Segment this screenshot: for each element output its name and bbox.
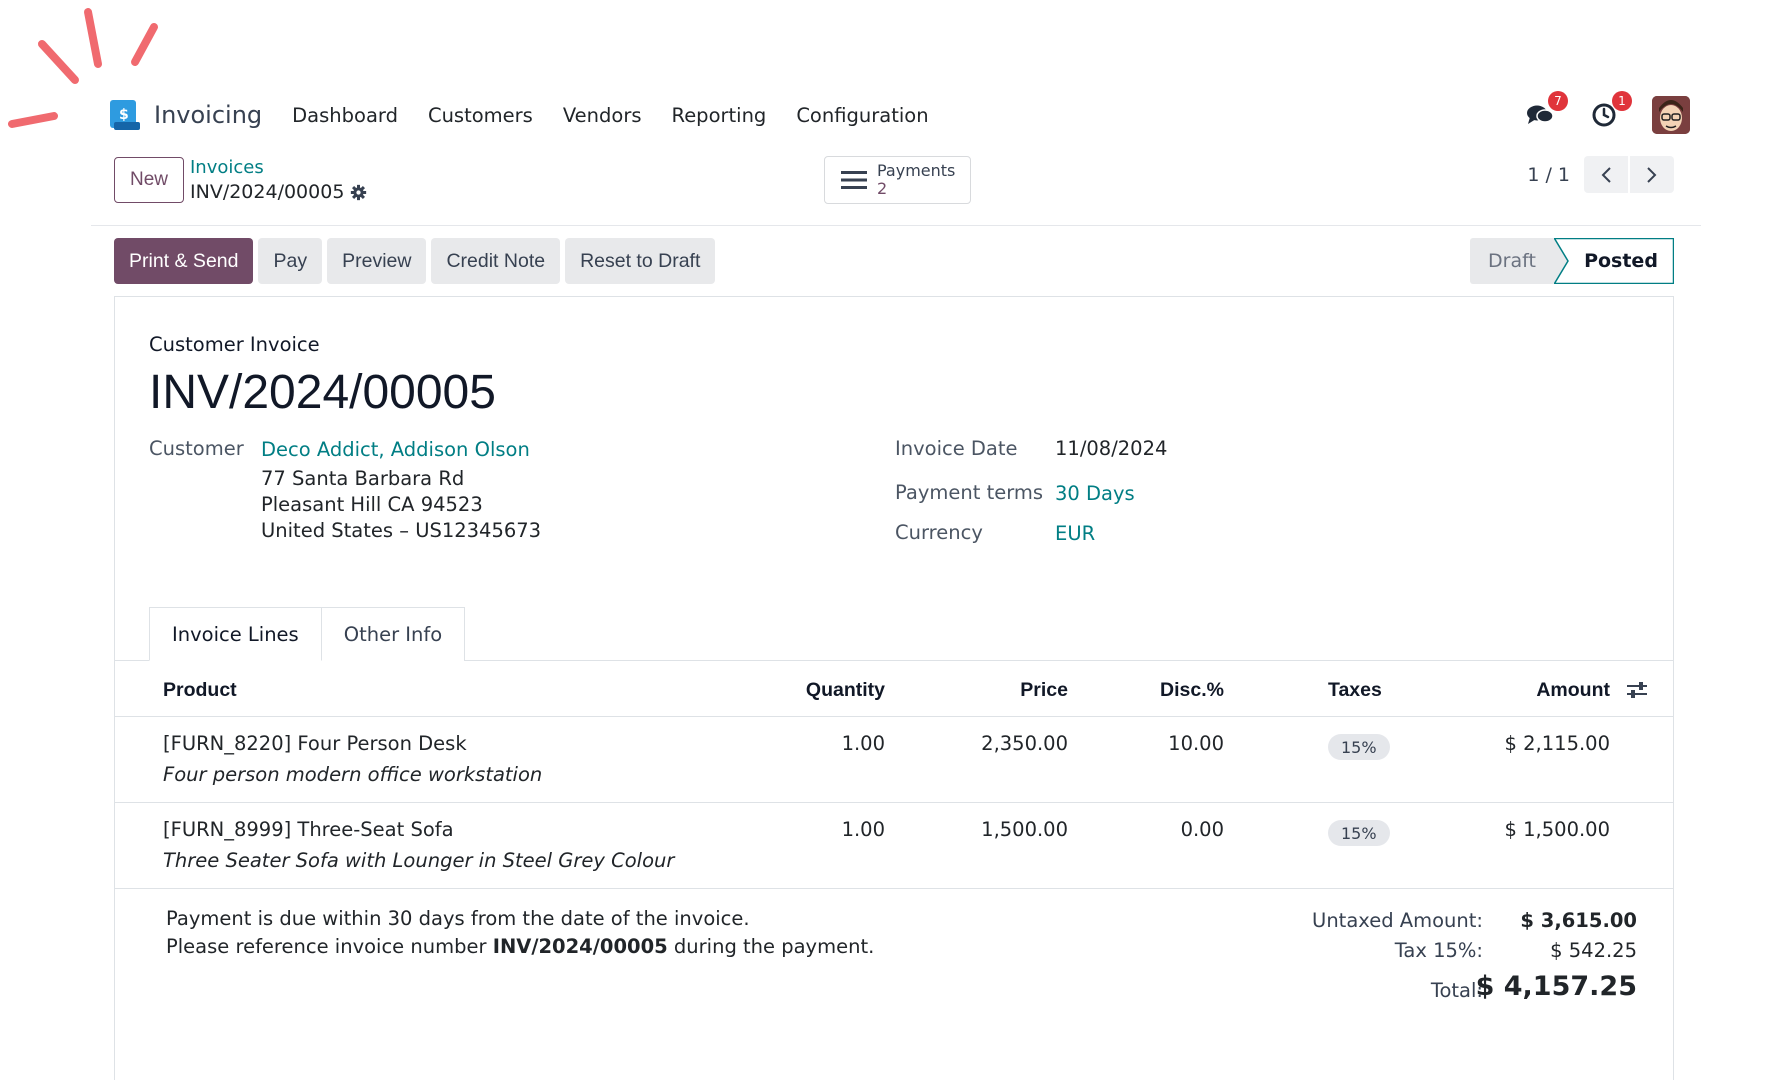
- line-discount: 10.00: [1168, 732, 1224, 755]
- credit-note-button[interactable]: Credit Note: [431, 238, 561, 284]
- invoice-number: INV/2024/00005: [149, 366, 496, 419]
- total-value: $ 4,157.25: [1475, 971, 1637, 1002]
- tab-other-info[interactable]: Other Info: [321, 607, 466, 661]
- invoicing-app-icon[interactable]: $: [110, 100, 140, 130]
- payment-terms-link[interactable]: 30 Days: [1055, 482, 1135, 505]
- customer-address-line2: Pleasant Hill CA 94523: [261, 493, 483, 516]
- line-amount: $ 2,115.00: [1504, 732, 1610, 755]
- pay-button[interactable]: Pay: [258, 238, 323, 284]
- payments-smart-button[interactable]: Payments 2: [824, 156, 971, 204]
- currency-label: Currency: [895, 521, 983, 544]
- print-send-button[interactable]: Print & Send: [114, 238, 254, 284]
- activities-badge: 1: [1612, 91, 1632, 111]
- column-amount[interactable]: Amount: [1536, 679, 1610, 702]
- line-product-link[interactable]: [FURN_8220] Four Person Desk: [163, 732, 467, 755]
- untaxed-amount-value: $ 3,615.00: [1520, 909, 1637, 932]
- breadcrumb-current: INV/2024/00005: [190, 181, 367, 203]
- app-title[interactable]: Invoicing: [154, 101, 262, 129]
- payment-note-reference: INV/2024/00005: [492, 935, 668, 958]
- tax-badge: 15%: [1328, 820, 1390, 846]
- nav-vendors[interactable]: Vendors: [563, 104, 642, 127]
- nav-dashboard[interactable]: Dashboard: [292, 104, 398, 127]
- chevron-left-icon: [1601, 166, 1611, 183]
- line-description: Four person modern office workstation: [163, 763, 543, 786]
- table-row[interactable]: [FURN_8999] Three-Seat Sofa Three Seater…: [115, 804, 1673, 889]
- pager: 1 / 1: [1527, 156, 1674, 193]
- column-price[interactable]: Price: [1020, 679, 1068, 702]
- payment-terms-label: Payment terms: [895, 481, 1044, 504]
- status-bar: Draft Posted: [1470, 238, 1674, 284]
- line-description: Three Seater Sofa with Lounger in Steel …: [163, 849, 675, 872]
- pager-next-button[interactable]: [1630, 156, 1674, 193]
- nav-customers[interactable]: Customers: [428, 104, 533, 127]
- line-quantity: 1.00: [841, 818, 885, 841]
- payment-note-line1: Payment is due within 30 days from the d…: [166, 907, 750, 930]
- currency-link[interactable]: EUR: [1055, 522, 1095, 545]
- action-buttons: Print & Send Pay Preview Credit Note Res…: [114, 238, 716, 284]
- invoice-lines-header: Product Quantity Price Disc.% Taxes Amou…: [115, 661, 1673, 717]
- breadcrumb-invoices-link[interactable]: Invoices: [190, 157, 264, 178]
- payments-label: Payments: [877, 161, 956, 180]
- line-price: 1,500.00: [981, 818, 1068, 841]
- user-avatar[interactable]: [1652, 96, 1690, 134]
- column-disc[interactable]: Disc.%: [1160, 679, 1224, 702]
- document-type: Customer Invoice: [149, 333, 320, 356]
- tab-invoice-lines[interactable]: Invoice Lines: [149, 607, 322, 661]
- payment-note-line2: Please reference invoice number INV/2024…: [166, 935, 874, 958]
- breadcrumb-current-label: INV/2024/00005: [190, 181, 345, 203]
- customer-address-line1: 77 Santa Barbara Rd: [261, 467, 465, 490]
- untaxed-amount-label: Untaxed Amount:: [1312, 909, 1483, 932]
- activities-button[interactable]: 1: [1588, 91, 1632, 131]
- svg-text:$: $: [119, 107, 129, 123]
- gear-icon[interactable]: [350, 184, 367, 201]
- pager-value[interactable]: 1 / 1: [1527, 164, 1570, 186]
- line-quantity: 1.00: [841, 732, 885, 755]
- customer-address-line3: United States – US12345673: [261, 519, 542, 542]
- control-panel: New Invoices INV/2024/00005 Payments 2 1…: [114, 155, 1674, 205]
- column-quantity[interactable]: Quantity: [806, 679, 885, 702]
- list-icon: [841, 171, 867, 189]
- pager-previous-button[interactable]: [1584, 156, 1628, 193]
- line-amount: $ 1,500.00: [1504, 818, 1610, 841]
- line-price: 2,350.00: [981, 732, 1068, 755]
- top-navbar: $ Invoicing Dashboard Customers Vendors …: [110, 91, 1690, 136]
- systray: 7 1: [1524, 91, 1690, 136]
- column-product[interactable]: Product: [163, 679, 237, 702]
- new-button[interactable]: New: [114, 157, 184, 203]
- payment-note-prefix: Please reference invoice number: [166, 935, 493, 958]
- tax-value: $ 542.25: [1550, 939, 1637, 962]
- invoice-date-label: Invoice Date: [895, 437, 1018, 460]
- table-row[interactable]: [FURN_8220] Four Person Desk Four person…: [115, 718, 1673, 803]
- column-taxes[interactable]: Taxes: [1328, 679, 1382, 702]
- messages-badge: 7: [1548, 91, 1568, 111]
- status-posted[interactable]: Posted: [1554, 238, 1674, 284]
- invoice-form-sheet: Customer Invoice INV/2024/00005 Customer…: [114, 296, 1674, 1080]
- payment-note-suffix: during the payment.: [667, 935, 875, 958]
- customer-link[interactable]: Deco Addict, Addison Olson: [261, 438, 530, 461]
- column-settings-icon[interactable]: [1627, 681, 1647, 699]
- invoice-date-field[interactable]: 11/08/2024: [1055, 437, 1167, 460]
- nav-reporting[interactable]: Reporting: [672, 104, 767, 127]
- chevron-right-icon: [1647, 166, 1657, 183]
- nav-configuration[interactable]: Configuration: [796, 104, 928, 127]
- notebook-tabs: Invoice Lines Other Info: [149, 607, 466, 661]
- control-panel-divider: [91, 225, 1701, 226]
- customer-label: Customer: [149, 437, 244, 460]
- tax-badge: 15%: [1328, 734, 1390, 760]
- line-discount: 0.00: [1180, 818, 1224, 841]
- line-product-link[interactable]: [FURN_8999] Three-Seat Sofa: [163, 818, 454, 841]
- payments-count: 2: [877, 179, 888, 198]
- messages-button[interactable]: 7: [1524, 91, 1568, 131]
- preview-button[interactable]: Preview: [327, 238, 427, 284]
- reset-to-draft-button[interactable]: Reset to Draft: [565, 238, 716, 284]
- tax-label: Tax 15%:: [1394, 939, 1483, 962]
